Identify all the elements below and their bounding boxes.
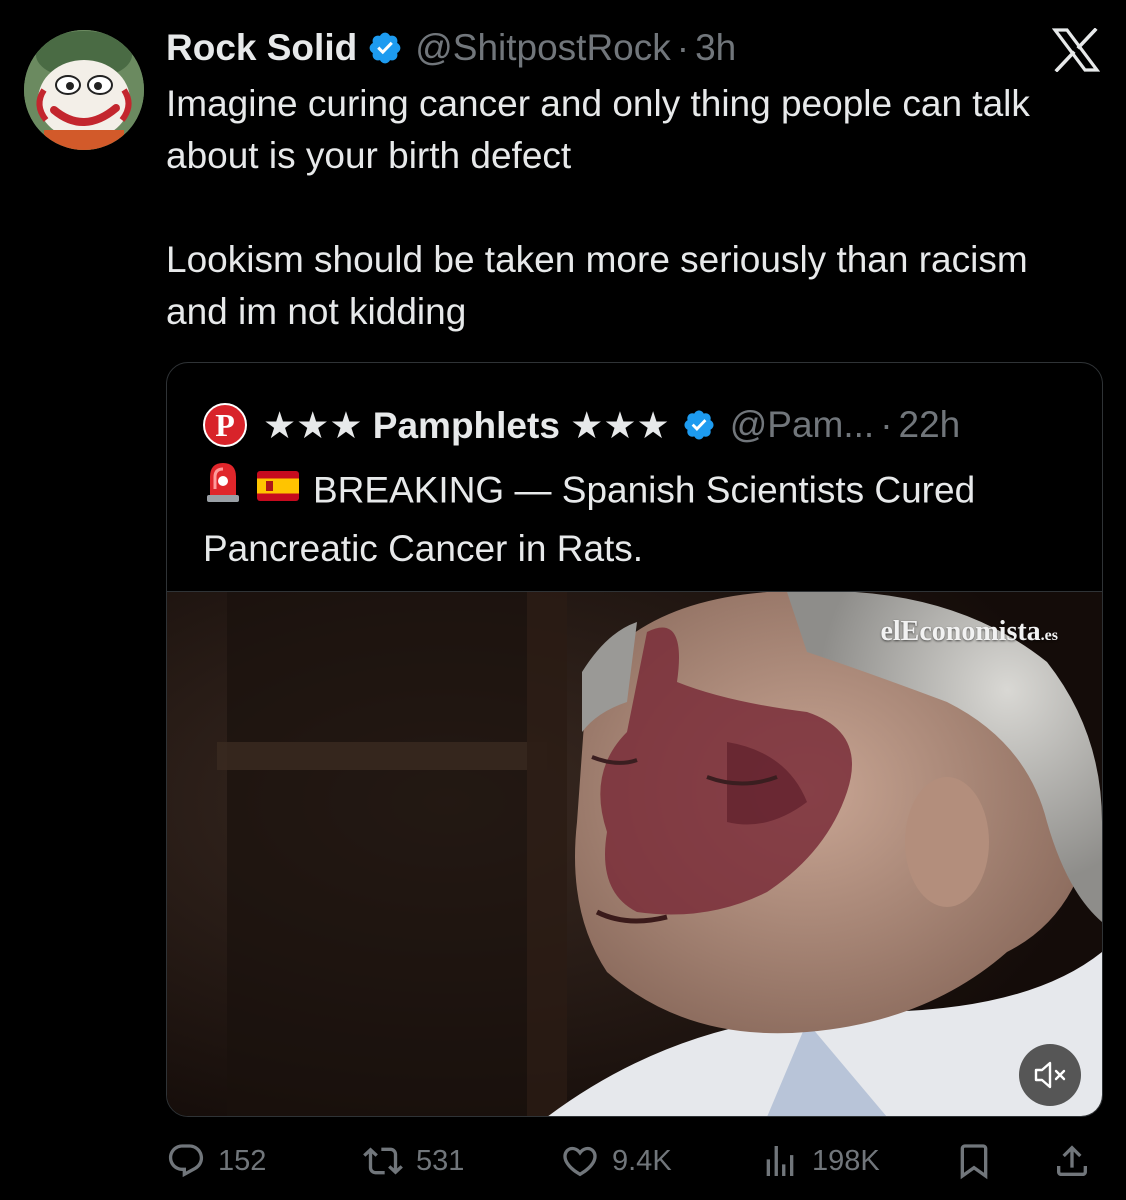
repost-count: 531 (416, 1144, 465, 1177)
quoted-handle[interactable]: @Pam... (730, 404, 874, 446)
tweet-text: Imagine curing cancer and only thing peo… (166, 78, 1086, 338)
video-player[interactable]: elEconomista.es (167, 590, 1102, 1116)
display-name[interactable]: Rock Solid (166, 27, 357, 69)
x-logo-icon (1051, 27, 1101, 73)
reply-button[interactable]: 152 (166, 1136, 266, 1186)
share-icon (1057, 1145, 1087, 1176)
action-bar: 152 531 9.4K 198K (166, 1136, 1101, 1186)
quoted-tweet[interactable]: P ★★★ Pamphlets ★★★ @Pam... · 22h BREAKI… (166, 362, 1103, 1117)
verified-badge-icon (369, 32, 401, 64)
quoted-tweet-text: BREAKING — Spanish Scientists Cured Panc… (203, 463, 1083, 576)
separator-dot: · (676, 27, 690, 68)
views-count: 198K (812, 1144, 880, 1177)
video-frame (167, 590, 1102, 1116)
like-button[interactable]: 9.4K (560, 1136, 672, 1186)
watermark-text: elEconomista (880, 616, 1041, 647)
handle[interactable]: @ShitpostRock (415, 27, 671, 69)
flag-spain-icon (257, 462, 299, 516)
like-count: 9.4K (612, 1144, 672, 1177)
separator-dot: · (880, 404, 893, 445)
tweet-header: Rock Solid @ShitpostRock · 3h (166, 26, 736, 70)
rotating-light-icon (203, 459, 243, 518)
repost-icon (363, 1147, 403, 1175)
watermark: elEconomista.es (880, 616, 1058, 648)
bookmark-icon (960, 1144, 988, 1180)
quoted-tweet-header: P ★★★ Pamphlets ★★★ @Pam... · 22h (203, 403, 960, 447)
verified-badge-icon (684, 410, 714, 440)
views-icon (766, 1146, 794, 1176)
tweet-paragraph: Imagine curing cancer and only thing peo… (166, 83, 1030, 176)
repost-button[interactable]: 531 (362, 1136, 464, 1186)
speaker-muted-icon (1034, 1061, 1066, 1089)
quoted-avatar[interactable]: P (203, 403, 247, 447)
timestamp[interactable]: 3h (695, 27, 736, 69)
bookmark-button[interactable] (954, 1136, 1006, 1186)
reply-icon (168, 1144, 204, 1178)
share-button[interactable] (1052, 1136, 1104, 1186)
quoted-timestamp[interactable]: 22h (899, 404, 961, 446)
reply-count: 152 (218, 1144, 267, 1177)
watermark-suffix: .es (1040, 627, 1058, 644)
tweet-paragraph: Lookism should be taken more seriously t… (166, 239, 1028, 332)
mute-button[interactable] (1019, 1044, 1081, 1106)
avatar[interactable] (24, 30, 144, 150)
quoted-tweet-body: BREAKING — Spanish Scientists Cured Panc… (203, 469, 976, 569)
heart-icon (563, 1146, 597, 1177)
views-button[interactable]: 198K (760, 1136, 880, 1186)
quoted-display-name[interactable]: ★★★ Pamphlets ★★★ (263, 404, 670, 447)
